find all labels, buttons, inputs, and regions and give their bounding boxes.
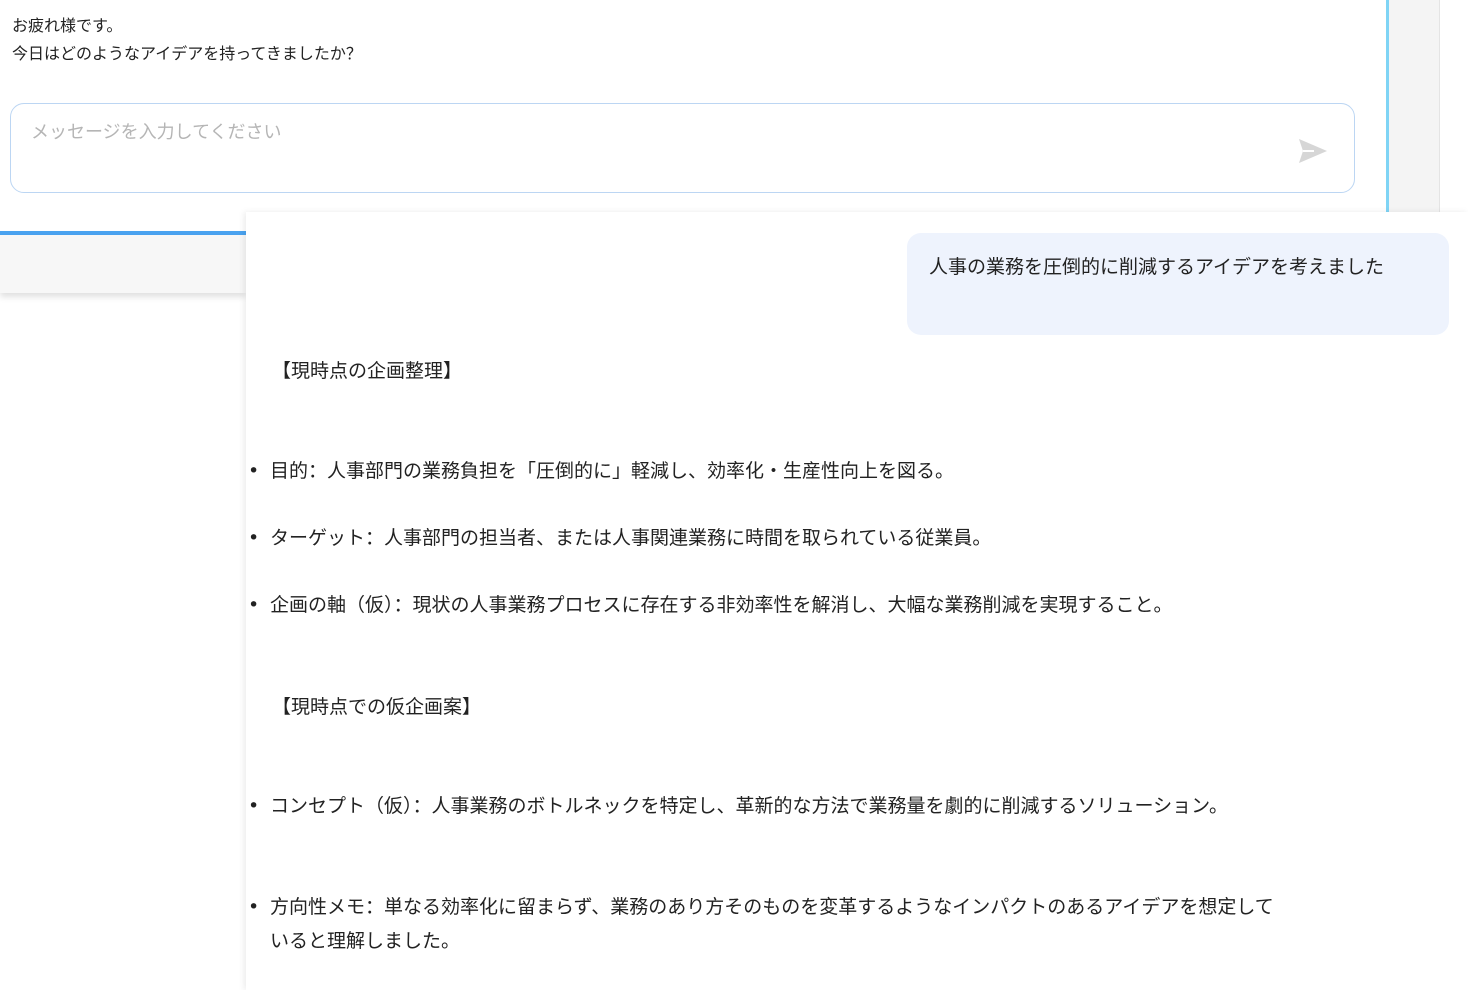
section-heading-draft-plan: 【現時点での仮企画案】 [272, 696, 482, 718]
user-message-bubble: 人事の業務を圧倒的に削減するアイデアを考えました [907, 233, 1449, 335]
side-panel-edge [1386, 0, 1440, 212]
send-icon[interactable] [1298, 138, 1328, 164]
greeting-line-2: 今日はどのようなアイデアを持ってきましたか？ [12, 44, 362, 63]
list-item: • 企画の軸（仮）：現状の人事業務プロセスに存在する非効率性を解消し、大幅な業務… [248, 594, 1173, 616]
message-input[interactable]: メッセージを入力してください [10, 103, 1355, 193]
user-message-text: 人事の業務を圧倒的に削減するアイデアを考えました [929, 256, 1385, 278]
section-heading-current-summary: 【現時点の企画整理】 [272, 360, 463, 382]
list-item: • ターゲット：人事部門の担当者、または人事関連業務に時間を取られている従業員。 [248, 527, 992, 549]
background-card [0, 235, 246, 293]
list-item: • 方向性メモ：単なる効率化に留まらず、業務のあり方そのものを変革するようなイン… [248, 896, 1274, 952]
greeting-line-1: お疲れ様です。 [12, 16, 123, 35]
list-item: • コンセプト（仮）：人事業務のボトルネックを特定し、革新的な方法で業務量を劇的… [248, 795, 1228, 817]
message-input-placeholder: メッセージを入力してください [31, 122, 282, 143]
list-item: • 目的：人事部門の業務負担を「圧倒的に」軽減し、効率化・生産性向上を図る。 [248, 460, 955, 482]
assistant-greeting: お疲れ様です。 今日はどのようなアイデアを持ってきましたか？ [12, 12, 362, 68]
